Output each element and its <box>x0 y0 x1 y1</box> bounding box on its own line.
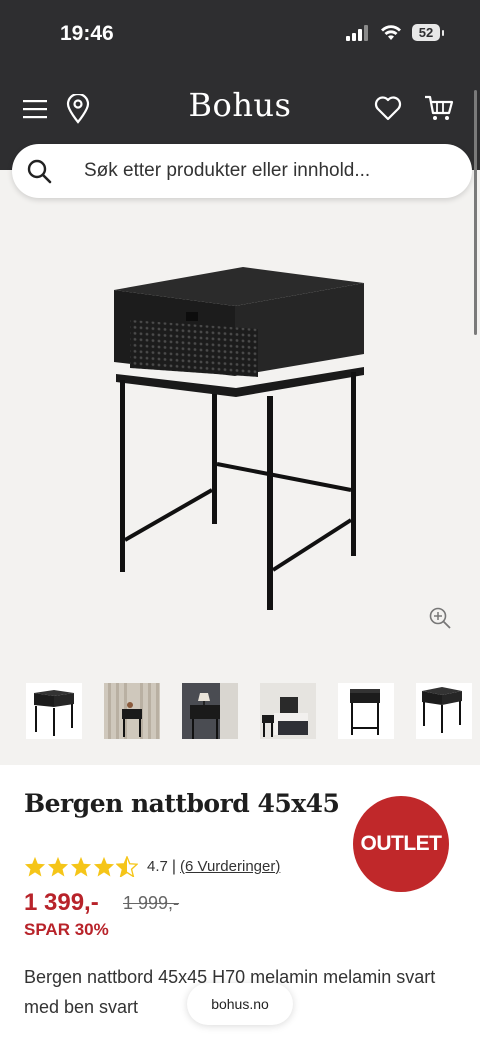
browser-url-bar[interactable]: bohus.no <box>187 983 293 1025</box>
original-price: 1 999,- <box>123 893 180 913</box>
signal-icon <box>346 24 368 41</box>
status-time: 19:46 <box>60 22 114 45</box>
rating-separator: | <box>171 857 177 875</box>
heart-icon[interactable] <box>374 95 402 121</box>
product-image[interactable] <box>0 198 480 668</box>
battery-indicator: 52 <box>412 24 444 41</box>
thumbnail-product-studio[interactable] <box>26 683 82 739</box>
thumbnail-lifestyle-bedroom-dark[interactable] <box>260 683 316 739</box>
current-price: 1 399,- <box>24 889 99 916</box>
star-half-icon <box>116 856 138 877</box>
rating-value: 4.7 <box>147 858 168 875</box>
discount-label: SPAR 30% <box>24 920 109 939</box>
zoom-in-icon[interactable] <box>428 606 452 630</box>
star-icon <box>93 856 115 877</box>
search-bar[interactable]: Søk etter produkter eller innhold... <box>12 144 472 198</box>
search-input[interactable]: Søk etter produkter eller innhold... <box>84 160 370 182</box>
outlet-badge: OUTLET <box>353 796 449 892</box>
thumbnail-lifestyle-wood-wall[interactable] <box>104 683 160 739</box>
status-icons: 52 <box>346 24 444 41</box>
reviews-link[interactable]: (6 Vurderinger) <box>180 858 280 875</box>
search-icon <box>27 159 52 184</box>
wifi-icon <box>381 24 401 40</box>
product-rating[interactable]: 4.7 | (6 Vurderinger) <box>24 856 280 877</box>
star-icon <box>70 856 92 877</box>
thumbnail-product-front[interactable] <box>338 683 394 739</box>
star-icon <box>47 856 69 877</box>
thumbnail-lifestyle-bedroom-lamp[interactable] <box>182 683 238 739</box>
cart-icon[interactable] <box>424 94 454 122</box>
product-title: Bergen nattbord 45x45 <box>24 789 340 818</box>
star-icon <box>24 856 46 877</box>
thumbnail-strip <box>26 683 472 739</box>
thumbnail-product-angle[interactable] <box>416 683 472 739</box>
